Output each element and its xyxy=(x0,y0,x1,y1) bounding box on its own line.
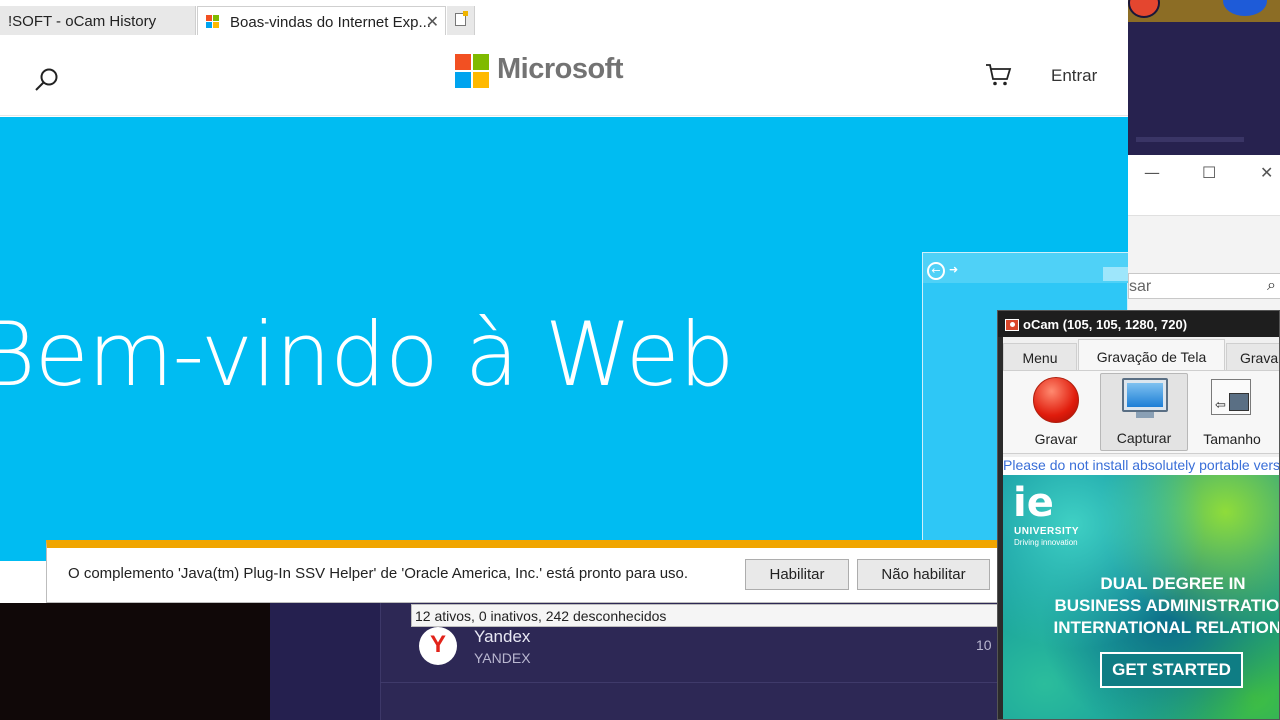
ocam-tabs: Menu Gravação de Tela Grava xyxy=(1003,339,1279,372)
explorer-search-input[interactable]: sar ⌕ xyxy=(1128,273,1280,299)
cart-icon[interactable] xyxy=(985,63,1013,87)
portable-version-notice-link[interactable]: Please do not install absolutely portabl… xyxy=(1003,457,1279,475)
capture-label: Capturar xyxy=(1116,430,1172,446)
addon-status-text: 12 ativos, 0 inativos, 242 desconhecidos xyxy=(411,604,998,627)
search-icon[interactable]: ⌕ xyxy=(1267,277,1276,295)
get-started-button[interactable]: GET STARTED xyxy=(1100,652,1243,688)
record-icon xyxy=(1033,377,1079,423)
monitor-icon xyxy=(1122,378,1168,418)
ad-headline-line: INTERNATIONAL RELATIONS xyxy=(1053,618,1280,637)
resize-icon: ⇦ xyxy=(1211,379,1253,419)
microsoft-logo-icon xyxy=(455,54,489,88)
signin-link[interactable]: Entrar xyxy=(1051,66,1097,86)
ad-brand-tagline: Driving innovation xyxy=(1014,538,1078,547)
ad-brand-subtitle: UNIVERSITY xyxy=(1014,526,1080,537)
ad-headline-line: DUAL DEGREE IN xyxy=(1100,574,1246,593)
tab-label: !SOFT - oCam History xyxy=(8,13,157,30)
notification-message: O complemento 'Java(tm) Plug-In SSV Help… xyxy=(68,565,689,582)
ocam-toolbar: Gravar Capturar ⇦ Tamanho xyxy=(1003,370,1279,454)
back-arrow-icon: ← xyxy=(927,262,945,280)
yandex-logo-icon: Y xyxy=(419,627,457,665)
record-label: Gravar xyxy=(1034,431,1078,447)
forward-arrow-icon: ➜ xyxy=(949,263,959,276)
ocam-app-icon xyxy=(1005,319,1019,331)
ad-headline: DUAL DEGREE IN BUSINESS ADMINISTRATION I… xyxy=(1003,573,1280,639)
tab-ie-welcome[interactable]: Boas-vindas do Internet Exp... ✕ xyxy=(197,6,446,35)
list-item-name[interactable]: Yandex xyxy=(474,627,530,647)
ad-banner[interactable]: ie UNIVERSITY Driving innovation DUAL DE… xyxy=(1003,475,1280,719)
minimize-icon[interactable]: — xyxy=(1144,163,1160,182)
list-item-subtitle: YANDEX xyxy=(474,650,531,666)
ie-university-logo: ie xyxy=(1013,480,1054,526)
ocam-titlebar[interactable]: oCam (105, 105, 1280, 720) xyxy=(998,311,1279,337)
microsoft-header: Microsoft Entrar xyxy=(0,35,1128,116)
capture-button[interactable]: Capturar xyxy=(1100,373,1188,451)
explorer-window: — ☐ ✕ sar ⌕ xyxy=(1128,155,1280,310)
size-button[interactable]: ⇦ Tamanho xyxy=(1195,373,1269,451)
microsoft-wordmark: Microsoft xyxy=(497,53,624,85)
enable-button[interactable]: Habilitar xyxy=(745,559,849,590)
background-bar xyxy=(1136,137,1244,142)
tab-menu[interactable]: Menu xyxy=(1003,343,1077,371)
search-icon[interactable] xyxy=(34,67,60,93)
microsoft-favicon-icon xyxy=(206,15,219,28)
ad-headline-line: BUSINESS ADMINISTRATION xyxy=(1054,596,1280,615)
size-label: Tamanho xyxy=(1203,431,1261,447)
browser-page: Microsoft Entrar Bem-vindo à Web ← ➜ xyxy=(0,35,1128,603)
list-divider xyxy=(380,682,1010,683)
browser-tabstrip: !SOFT - oCam History Boas-vindas do Inte… xyxy=(0,0,1128,35)
hero-title: Bem-vindo à Web xyxy=(0,303,735,406)
maximize-icon[interactable]: ☐ xyxy=(1202,163,1216,182)
illustration-address-bar xyxy=(1103,267,1128,281)
close-tab-icon[interactable]: ✕ xyxy=(426,12,439,32)
background-top-right xyxy=(1128,0,1280,160)
ocam-title: oCam (105, 105, 1280, 720) xyxy=(1023,317,1188,332)
record-button[interactable]: Gravar xyxy=(1013,373,1099,451)
new-tab-icon xyxy=(455,11,468,26)
background-dark-area xyxy=(0,600,270,720)
hero-banner: Bem-vindo à Web ← ➜ xyxy=(0,117,1128,561)
tab-label: Boas-vindas do Internet Exp... xyxy=(230,14,431,31)
explorer-search-placeholder: sar xyxy=(1129,278,1152,295)
ocam-window: oCam (105, 105, 1280, 720) Menu Gravação… xyxy=(997,310,1280,720)
close-icon[interactable]: ✕ xyxy=(1260,163,1273,182)
list-item-number: 10 xyxy=(976,637,992,653)
tab-screen-recording[interactable]: Gravação de Tela xyxy=(1078,339,1225,372)
dont-enable-button[interactable]: Não habilitar xyxy=(857,559,990,590)
addon-notification-bar: O complemento 'Java(tm) Plug-In SSV Help… xyxy=(46,540,998,603)
ocam-body: Menu Gravação de Tela Grava Gravar Captu… xyxy=(1003,337,1280,719)
new-tab-button[interactable] xyxy=(447,6,475,35)
tab-audio-recording[interactable]: Grava xyxy=(1226,343,1279,371)
tab-ocam-history[interactable]: !SOFT - oCam History xyxy=(0,6,196,35)
